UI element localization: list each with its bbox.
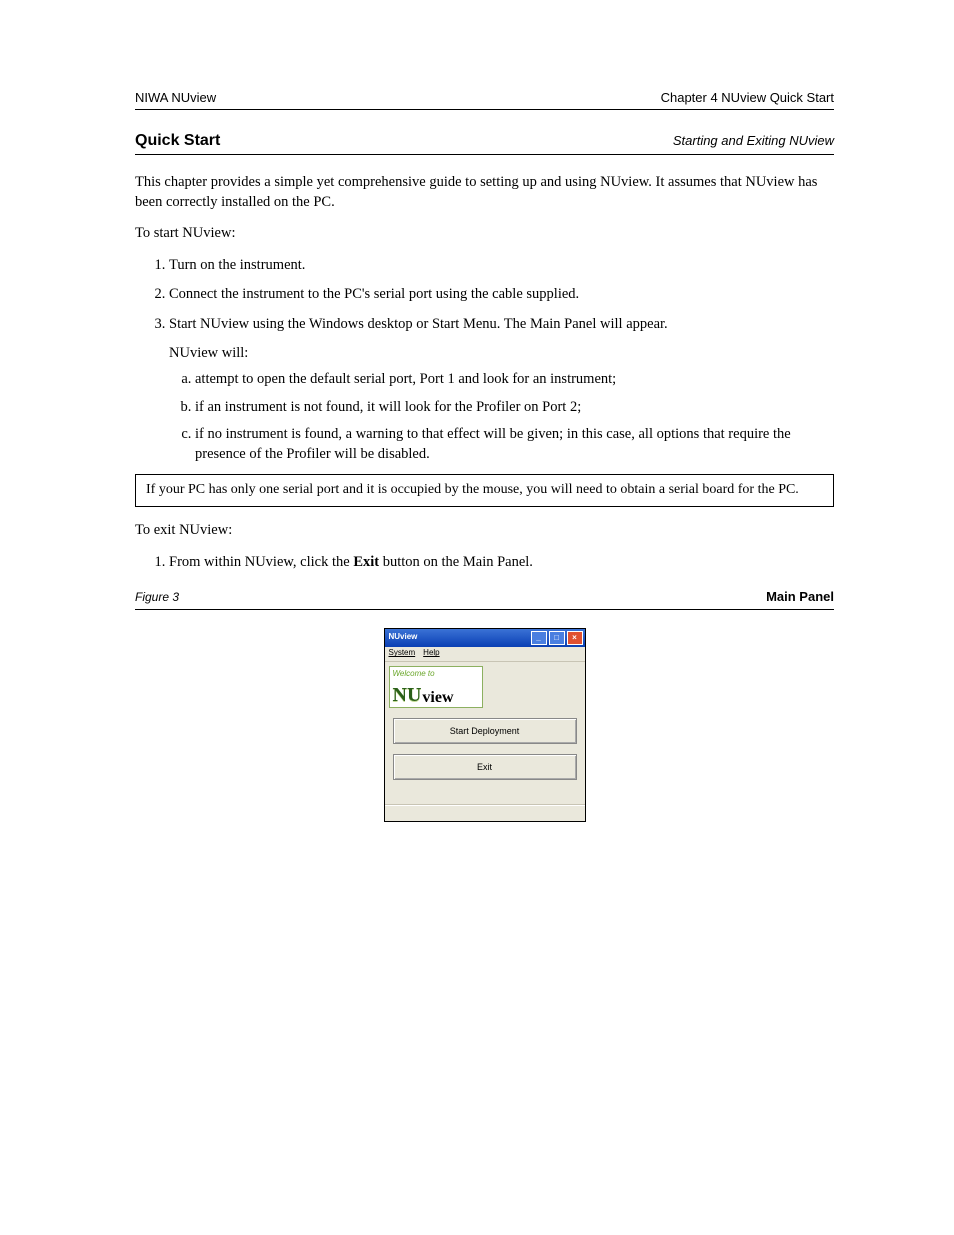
logo-view-text: view xyxy=(422,687,453,709)
start-deployment-button[interactable]: Start Deployment xyxy=(393,718,577,744)
window-title: NUview xyxy=(389,632,418,643)
substep-c: if no instrument is found, a warning to … xyxy=(195,425,834,464)
substep-b: if an instrument is not found, it will l… xyxy=(195,398,834,418)
step-3-text: Start NUview using the Windows desktop o… xyxy=(169,316,668,332)
section-subtitle: Starting and Exiting NUview xyxy=(673,133,834,148)
exit-step-post: button on the Main Panel. xyxy=(379,554,533,570)
minimize-icon[interactable]: _ xyxy=(531,631,547,645)
to-start-label: To start NUview: xyxy=(135,224,834,244)
welcome-logo: Welcome to NUview xyxy=(389,666,483,708)
section-rule xyxy=(135,154,834,155)
close-icon[interactable]: × xyxy=(567,631,583,645)
section-title: Quick Start xyxy=(135,132,220,150)
exit-button[interactable]: Exit xyxy=(393,754,577,780)
step-1: Turn on the instrument. xyxy=(169,256,834,276)
doc-chapter: Chapter 4 NUview Quick Start xyxy=(661,90,834,105)
step-2: Connect the instrument to the PC's seria… xyxy=(169,285,834,305)
exit-step-pre: From within NUview, click the xyxy=(169,554,353,570)
note-box: If your PC has only one serial port and … xyxy=(135,474,834,507)
menu-bar: System Help xyxy=(385,647,585,662)
menu-system[interactable]: System xyxy=(389,648,416,659)
sublist-intro: NUview will: xyxy=(169,344,834,364)
welcome-text: Welcome to xyxy=(393,669,479,680)
app-window: NUview _ □ × System Help Welcome to xyxy=(384,628,586,822)
figure-label: Figure 3 xyxy=(135,589,179,605)
figure-name: Main Panel xyxy=(766,588,834,606)
step-3: Start NUview using the Windows desktop o… xyxy=(169,315,834,464)
window-titlebar[interactable]: NUview _ □ × xyxy=(385,629,585,647)
intro-paragraph: This chapter provides a simple yet compr… xyxy=(135,173,834,212)
substep-a: attempt to open the default serial port,… xyxy=(195,370,834,390)
doc-product: NIWA NUview xyxy=(135,90,216,105)
exit-step: From within NUview, click the Exit butto… xyxy=(169,553,834,573)
exit-step-btn: Exit xyxy=(353,554,379,570)
menu-help[interactable]: Help xyxy=(423,648,439,659)
status-bar xyxy=(385,804,585,821)
header-rule xyxy=(135,109,834,110)
to-exit-label: To exit NUview: xyxy=(135,521,834,541)
maximize-icon[interactable]: □ xyxy=(549,631,565,645)
logo-nu-icon: NU xyxy=(393,682,422,709)
